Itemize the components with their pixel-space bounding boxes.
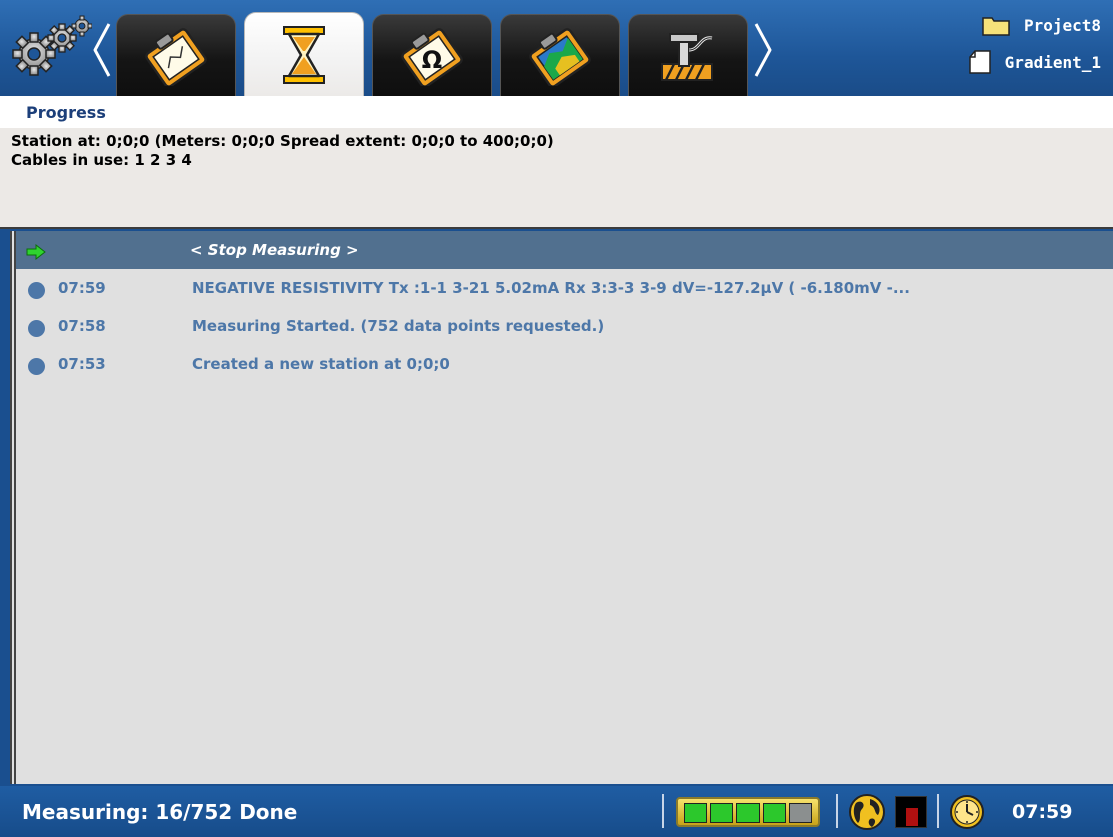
battery-cell (684, 803, 708, 823)
bullet-icon (28, 282, 45, 299)
divider (937, 794, 939, 828)
station-info-panel: Station at: 0;0;0 (Meters: 0;0;0 Spread … (0, 128, 1113, 229)
log-message: Created a new station at 0;0;0 (192, 355, 450, 373)
svg-text:Ω: Ω (422, 46, 442, 74)
measurement-log[interactable]: < Stop Measuring > 07:59 NEGATIVE RESIST… (10, 231, 1113, 784)
electrode-icon (661, 32, 713, 81)
battery-cell (710, 803, 734, 823)
settings-gears-icon[interactable] (8, 14, 93, 84)
stop-measuring-button[interactable]: < Stop Measuring > (190, 241, 359, 259)
record-indicator-icon[interactable] (895, 796, 927, 828)
hourglass-icon (283, 25, 325, 84)
divider (662, 794, 664, 828)
divider (836, 794, 838, 828)
battery-cell (788, 803, 813, 823)
list-item[interactable]: 07:59 NEGATIVE RESISTIVITY Tx :1-1 3-21 … (16, 269, 1113, 307)
tab-clipboard-edit[interactable] (116, 14, 236, 96)
clipboard-omega-icon: Ω (401, 27, 463, 86)
project-row[interactable]: Project8 (982, 14, 1101, 36)
battery-icon[interactable] (676, 797, 820, 827)
cables-info-text: Cables in use: 1 2 3 4 (11, 151, 192, 169)
document-icon (968, 50, 991, 74)
file-row[interactable]: Gradient_1 (968, 50, 1101, 74)
scroll-tabs-right-icon[interactable] (752, 22, 774, 78)
bullet-icon (28, 358, 45, 375)
green-arrow-icon (26, 244, 46, 260)
globe-icon[interactable] (848, 793, 886, 831)
clock-icon[interactable] (949, 794, 985, 830)
tab-clipboard-resistivity[interactable]: Ω (372, 14, 492, 96)
tab-progress[interactable] (244, 12, 364, 96)
battery-cell (762, 803, 786, 823)
stop-measuring-row[interactable]: < Stop Measuring > (16, 231, 1113, 269)
log-time: 07:58 (58, 317, 106, 335)
station-info-text: Station at: 0;0;0 (Meters: 0;0;0 Spread … (11, 132, 554, 150)
top-toolbar: Ω Project8 Gradient_1 (0, 0, 1113, 96)
clipboard-map-icon (529, 27, 591, 86)
measuring-status: Measuring: 16/752 Done (22, 800, 298, 824)
battery-cell (736, 803, 760, 823)
clipboard-pen-icon (145, 27, 207, 86)
clock-time: 07:59 (1012, 801, 1073, 823)
scroll-tabs-left-icon[interactable] (91, 22, 113, 78)
record-indicator-light (906, 808, 918, 826)
folder-icon (982, 17, 1010, 36)
bullet-icon (28, 320, 45, 337)
project-info: Project8 Gradient_1 (911, 14, 1101, 80)
list-item[interactable]: 07:53 Created a new station at 0;0;0 (16, 345, 1113, 383)
tab-clipboard-map[interactable] (500, 14, 620, 96)
page-title: Progress (0, 96, 1113, 128)
file-name: Gradient_1 (1004, 52, 1101, 72)
log-message: Measuring Started. (752 data points requ… (192, 317, 605, 335)
project-name: Project8 (1023, 15, 1101, 35)
tab-electrode[interactable] (628, 14, 748, 96)
log-message: NEGATIVE RESISTIVITY Tx :1-1 3-21 5.02mA… (192, 279, 910, 297)
list-item[interactable]: 07:58 Measuring Started. (752 data point… (16, 307, 1113, 345)
log-time: 07:59 (58, 279, 106, 297)
log-time: 07:53 (58, 355, 106, 373)
status-bar: Measuring: 16/752 Done 07:59 (0, 786, 1113, 837)
